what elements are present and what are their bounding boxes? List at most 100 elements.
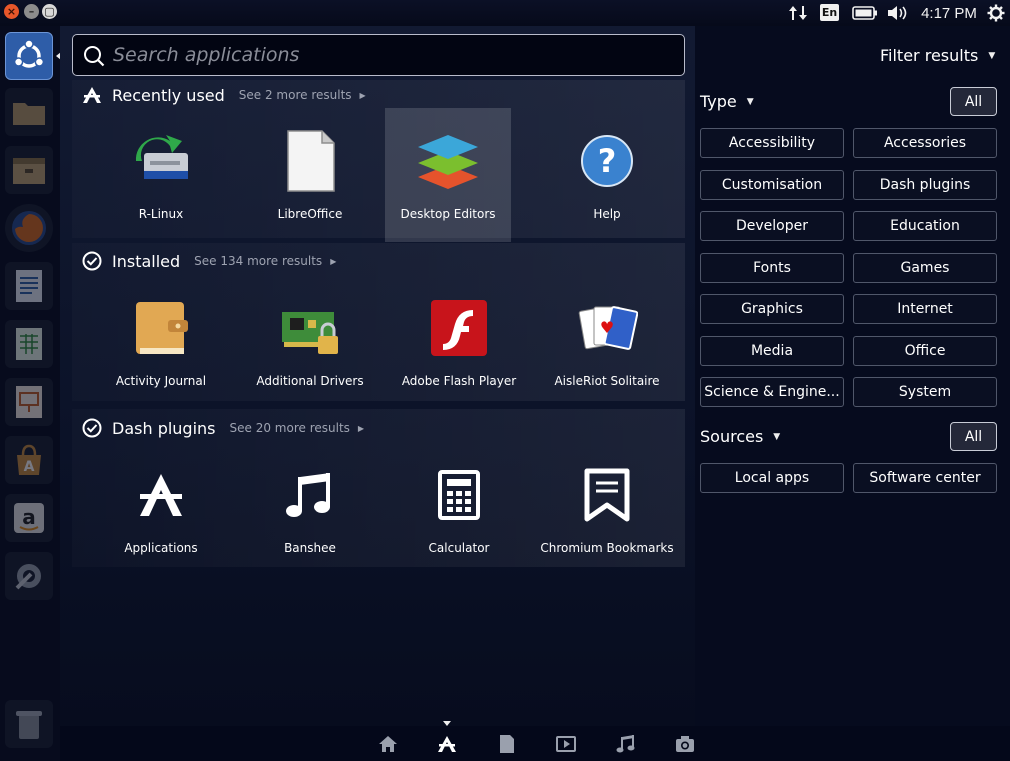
filter-office[interactable]: Office xyxy=(853,336,997,366)
flash-icon xyxy=(424,293,494,363)
filter-games[interactable]: Games xyxy=(853,253,997,283)
see-more-results-link[interactable]: See 20 more results xyxy=(230,421,350,435)
filter-local-apps[interactable]: Local apps xyxy=(700,463,844,493)
launcher-item-software-center[interactable]: A xyxy=(5,436,53,484)
filter-education[interactable]: Education xyxy=(853,211,997,241)
filter-results-toggle[interactable]: Filter results ▼ xyxy=(880,46,995,65)
svg-text:♥: ♥ xyxy=(600,318,614,337)
app-label: Desktop Editors xyxy=(400,207,496,221)
filter-accessories[interactable]: Accessories xyxy=(853,128,997,158)
app-tile-applications[interactable]: Applications xyxy=(87,442,235,576)
app-tile-help[interactable]: ? Help xyxy=(533,108,681,242)
app-label: Calculator xyxy=(428,541,490,555)
network-updown-icon[interactable] xyxy=(787,0,809,26)
lens-bar xyxy=(60,726,1010,761)
filter-science-engineering[interactable]: Science & Engine... xyxy=(700,377,844,407)
archive-icon xyxy=(13,158,45,184)
video-lens-icon[interactable] xyxy=(555,734,577,754)
filter-fonts[interactable]: Fonts xyxy=(700,253,844,283)
calc-icon xyxy=(16,328,42,360)
app-tile-activity-journal[interactable]: Activity Journal xyxy=(87,275,235,409)
filter-media[interactable]: Media xyxy=(700,336,844,366)
close-window-button[interactable]: × xyxy=(4,4,19,19)
firefox-icon xyxy=(12,211,46,245)
launcher-item-amazon[interactable]: a xyxy=(5,494,53,542)
filter-software-center[interactable]: Software center xyxy=(853,463,997,493)
app-label: R-Linux xyxy=(138,207,184,221)
minimize-window-button[interactable]: – xyxy=(24,4,39,19)
category-title: Installed xyxy=(112,251,181,271)
caret-down-icon: ▼ xyxy=(773,431,781,442)
bookmark-icon xyxy=(572,460,642,530)
clock[interactable]: 4:17 PM xyxy=(920,0,978,26)
see-more-results-link[interactable]: See 2 more results xyxy=(239,88,352,102)
maximize-window-button[interactable]: ▢ xyxy=(42,4,57,19)
launcher-item-trash[interactable] xyxy=(5,700,53,748)
svg-text:?: ? xyxy=(598,142,617,180)
music-note-icon xyxy=(275,460,345,530)
app-tile-libreoffice[interactable]: LibreOffice xyxy=(236,108,384,242)
filter-system[interactable]: System xyxy=(853,377,997,407)
calculator-icon xyxy=(424,460,494,530)
launcher-item-archive[interactable] xyxy=(5,146,53,194)
photo-lens-icon[interactable] xyxy=(674,734,696,754)
session-gear-icon[interactable] xyxy=(985,0,1007,26)
app-label: Additional Drivers xyxy=(256,374,364,388)
category-title: Dash plugins xyxy=(112,418,216,438)
type-filter-label: Type xyxy=(700,92,737,111)
launcher-item-settings[interactable] xyxy=(5,552,53,600)
app-label: LibreOffice xyxy=(277,207,343,221)
chevron-right-icon: ▶ xyxy=(357,423,365,433)
type-all-button[interactable]: All xyxy=(950,87,997,116)
app-tile-calculator[interactable]: Calculator xyxy=(385,442,533,576)
see-more-results-link[interactable]: See 134 more results xyxy=(194,254,322,268)
app-tile-r-linux[interactable]: R-Linux xyxy=(87,108,235,242)
app-tile-additional-drivers[interactable]: Additional Drivers xyxy=(236,275,384,409)
app-label: AisleRiot Solitaire xyxy=(554,374,660,388)
music-lens-icon[interactable] xyxy=(615,734,637,754)
app-tile-adobe-flash-player[interactable]: Adobe Flash Player xyxy=(385,275,533,409)
sources-all-button[interactable]: All xyxy=(950,422,997,451)
writer-icon xyxy=(16,270,42,302)
files-icon xyxy=(13,103,45,125)
search-box[interactable] xyxy=(72,34,685,76)
sources-filter-toggle[interactable]: Sources ▼ xyxy=(700,427,780,446)
category-header-recent: Recently used See 2 more results ▶ xyxy=(82,83,366,107)
applications-lens-tab-icon[interactable] xyxy=(436,734,458,754)
search-icon xyxy=(84,46,105,67)
app-tile-desktop-editors[interactable]: Desktop Editors xyxy=(385,108,511,242)
launcher-item-firefox[interactable] xyxy=(5,204,53,252)
launcher-item-dash[interactable] xyxy=(5,32,53,80)
filter-internet[interactable]: Internet xyxy=(853,294,997,324)
svg-text:A: A xyxy=(24,459,35,475)
app-tile-chromium-bookmarks[interactable]: Chromium Bookmarks xyxy=(533,442,681,576)
amazon-icon: a xyxy=(14,503,44,533)
volume-icon[interactable] xyxy=(886,0,910,26)
launcher-item-writer[interactable] xyxy=(5,262,53,310)
filter-graphics[interactable]: Graphics xyxy=(700,294,844,324)
files-lens-icon[interactable] xyxy=(496,734,518,754)
search-input[interactable] xyxy=(113,35,673,75)
launcher-item-files[interactable] xyxy=(5,88,53,136)
filter-dash-plugins[interactable]: Dash plugins xyxy=(853,170,997,200)
launcher-item-impress[interactable] xyxy=(5,378,53,426)
app-tile-banshee[interactable]: Banshee xyxy=(236,442,384,576)
filter-developer[interactable]: Developer xyxy=(700,211,844,241)
journal-icon xyxy=(126,293,196,363)
keyboard-layout-icon[interactable]: En xyxy=(820,4,839,21)
applications-lens-icon xyxy=(126,460,196,530)
launcher-item-calc[interactable] xyxy=(5,320,53,368)
battery-icon[interactable] xyxy=(851,0,879,26)
type-filter-toggle[interactable]: Type ▼ xyxy=(700,92,754,111)
libreoffice-icon xyxy=(275,126,345,196)
filter-customisation[interactable]: Customisation xyxy=(700,170,844,200)
filter-accessibility[interactable]: Accessibility xyxy=(700,128,844,158)
cards-icon: ♥ xyxy=(572,293,642,363)
category-header-dash-plugins: Dash plugins See 20 more results ▶ xyxy=(82,416,364,440)
applications-lens-icon xyxy=(83,87,101,103)
app-label: Adobe Flash Player xyxy=(401,374,517,388)
home-lens-icon[interactable] xyxy=(377,734,399,754)
r-linux-icon xyxy=(126,126,196,196)
app-tile-aisleriot-solitaire[interactable]: ♥ AisleRiot Solitaire xyxy=(533,275,681,409)
category-title: Recently used xyxy=(112,85,225,105)
